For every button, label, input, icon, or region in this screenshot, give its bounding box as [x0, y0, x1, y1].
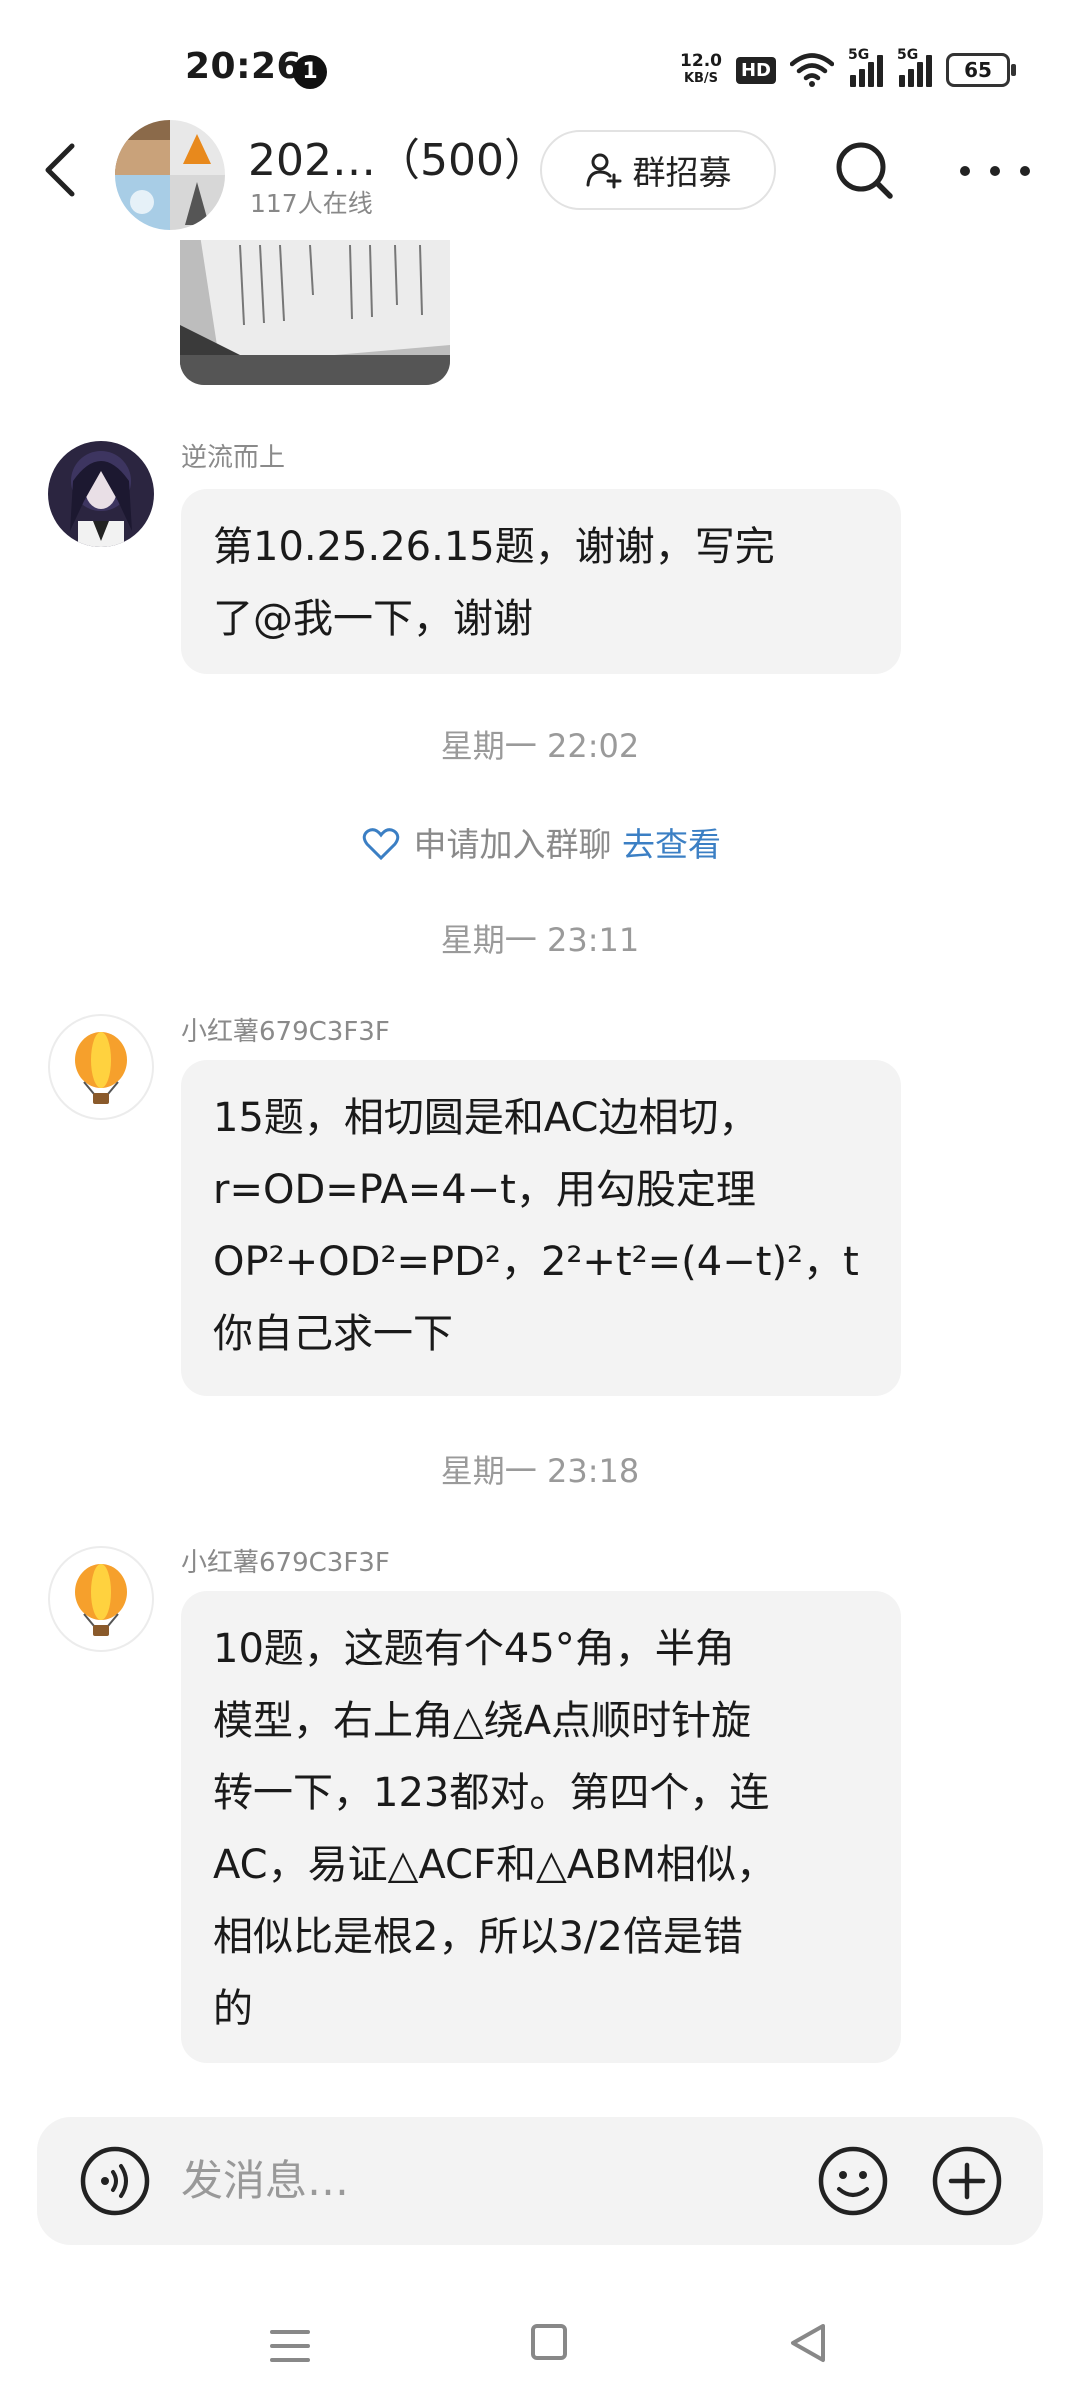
photo-of-paper-image: [180, 235, 450, 385]
recent-apps-icon[interactable]: [270, 2328, 310, 2364]
add-person-icon: [586, 153, 621, 189]
search-icon: [836, 142, 893, 199]
battery-indicator: 65: [946, 53, 1016, 87]
more-dots-icon: [960, 166, 970, 176]
message-input[interactable]: 发消息…: [181, 2149, 349, 2213]
message-timestamp: 星期一 23:11: [440, 921, 640, 959]
sender-name: 逆流而上: [181, 443, 286, 473]
notification-count-badge: 1: [293, 55, 327, 89]
anime-girl-avatar: [48, 441, 154, 547]
system-navigation-bar: [0, 2290, 1080, 2400]
voice-icon: [80, 2146, 150, 2216]
search-button[interactable]: [832, 138, 898, 204]
system-notice: 申请加入群聊 去查看: [0, 818, 1080, 866]
chat-header: 202…（500） 117人在线 群招募: [0, 110, 1080, 240]
back-arrow-icon: [45, 143, 75, 197]
group-recruit-button[interactable]: 群招募: [540, 130, 776, 210]
sender-avatar[interactable]: [48, 1546, 154, 1652]
sender-avatar[interactable]: [48, 1014, 154, 1120]
recruit-label: 群招募: [632, 153, 732, 192]
sender-avatar[interactable]: [48, 441, 154, 547]
status-icons: 12.0 KB/S HD 5G 5G 65: [680, 47, 1016, 92]
online-count: 117人在线: [250, 189, 373, 218]
plus-icon: [932, 2146, 1002, 2216]
group-avatar[interactable]: [115, 120, 225, 230]
heart-hand-icon: [362, 828, 400, 861]
message-timestamp: 星期一 23:18: [440, 1452, 640, 1490]
emoji-icon: [818, 2146, 888, 2216]
message-timestamp: 星期一 22:02: [440, 727, 640, 765]
wifi-icon: [790, 53, 834, 87]
back-button[interactable]: [40, 140, 100, 210]
group-title[interactable]: 202…（500）: [248, 124, 548, 188]
message-bubble[interactable]: 15题，相切圆是和AC边相切， r=OD=PA=4−t，用勾股定理 OP²+OD…: [181, 1060, 901, 1396]
voice-input-button[interactable]: [79, 2145, 151, 2217]
back-triangle-icon[interactable]: [785, 2320, 831, 2366]
more-actions-button[interactable]: [931, 2145, 1003, 2217]
cellular-signal-icon-2: 5G: [897, 47, 932, 87]
home-button[interactable]: [531, 2324, 567, 2360]
status-time: 20:26: [185, 46, 303, 87]
more-options-button[interactable]: [960, 146, 1030, 196]
system-notice-text: 申请加入群聊: [413, 825, 612, 864]
message-bubble[interactable]: 10题，这题有个45°角，半角 模型，右上角△绕A点顺时针旋 转一下，123都对…: [181, 1591, 901, 2063]
emoji-button[interactable]: [817, 2145, 889, 2217]
hd-voice-icon: HD: [735, 56, 776, 84]
sender-name: 小红薯679C3F3F: [181, 1548, 390, 1578]
message-input-bar: 发消息…: [37, 2117, 1043, 2245]
image-message-thumbnail[interactable]: [180, 235, 450, 385]
group-avatar-collage: [115, 120, 225, 230]
network-speed: 12.0 KB/S: [680, 51, 722, 87]
hot-air-balloon-icon: [75, 1564, 127, 1636]
cellular-signal-icon: 5G: [848, 47, 883, 87]
sender-name: 小红薯679C3F3F: [181, 1017, 390, 1047]
view-request-link[interactable]: 去查看: [622, 825, 721, 864]
message-bubble[interactable]: 第10.25.26.15题，谢谢，写完 了@我一下，谢谢: [181, 489, 901, 674]
hot-air-balloon-icon: [75, 1032, 127, 1104]
